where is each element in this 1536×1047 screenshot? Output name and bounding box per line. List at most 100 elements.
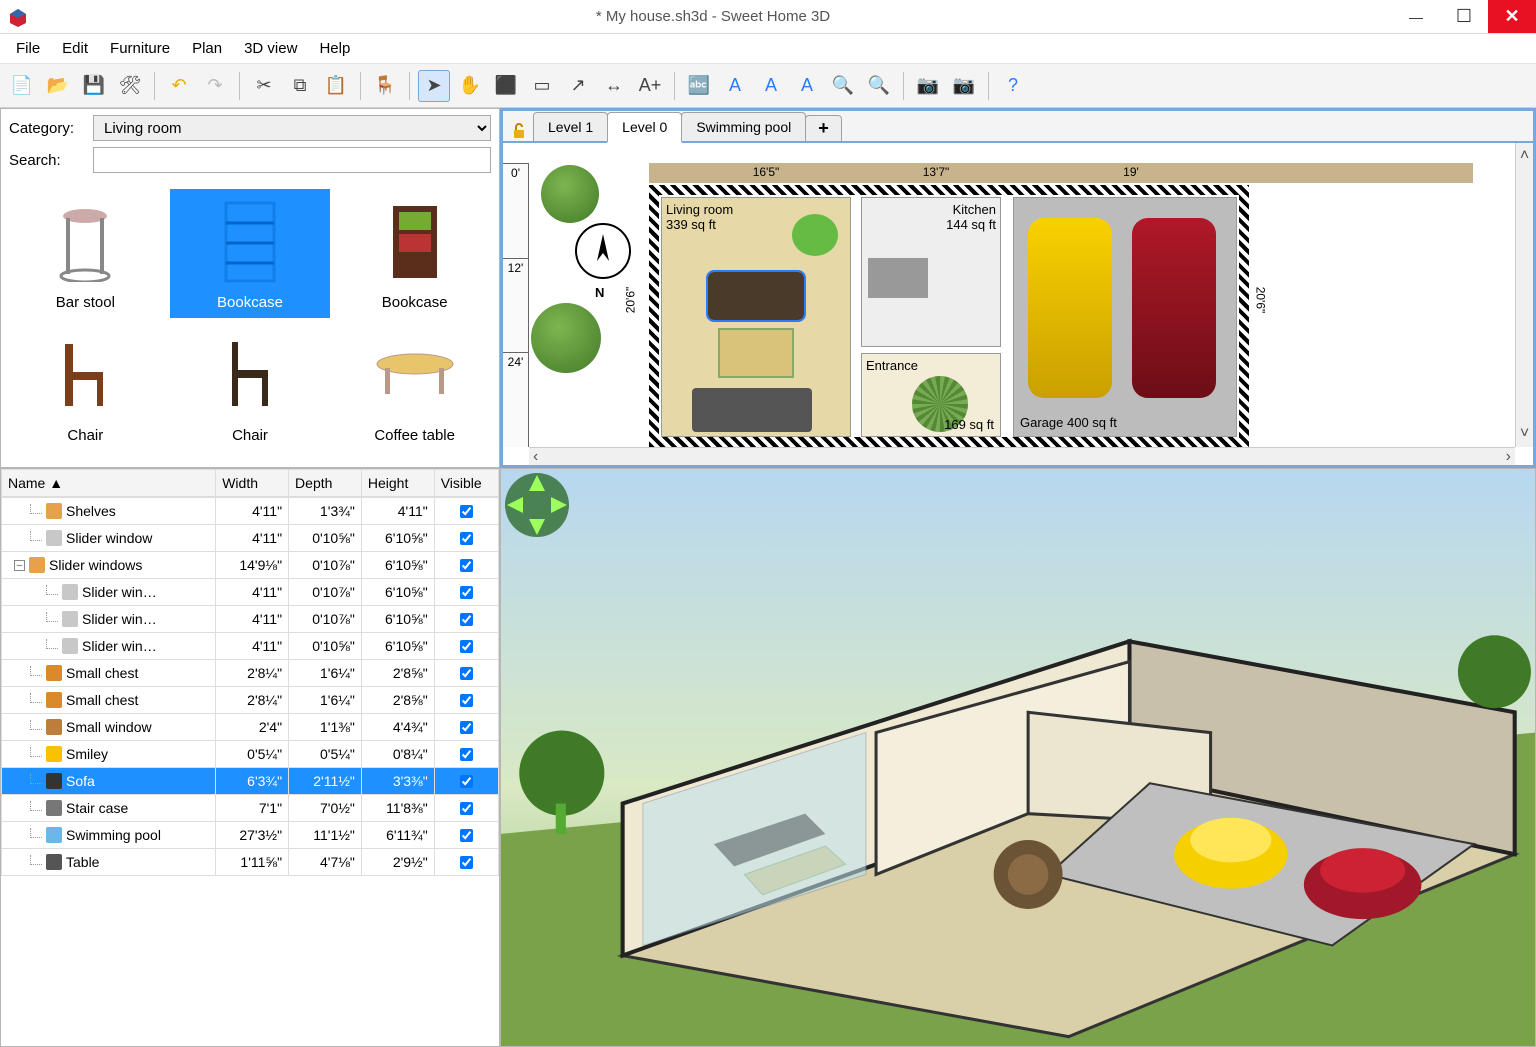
tb-dimension[interactable]: ↔ xyxy=(598,70,630,102)
close-button[interactable]: ✕ xyxy=(1488,0,1536,33)
room-kitchen[interactable]: Kitchen 144 sq ft xyxy=(861,197,1001,347)
minimize-button[interactable]: — xyxy=(1392,0,1440,33)
table-row[interactable]: Swimming pool27'3½"11'1½"6'11¾" xyxy=(2,822,499,849)
tab-level-1[interactable]: Level 1 xyxy=(533,112,608,141)
tab-add[interactable]: + xyxy=(805,115,842,141)
col-height[interactable]: Height xyxy=(361,470,434,497)
catalog-item[interactable]: Coffee table xyxy=(334,322,495,451)
nav-gizmo-icon[interactable] xyxy=(501,469,573,541)
scroll-down-icon[interactable]: ˅ xyxy=(1520,425,1529,443)
furniture-sofa[interactable] xyxy=(708,272,804,320)
furniture-rug[interactable] xyxy=(718,328,794,378)
menu-plan[interactable]: Plan xyxy=(182,36,232,61)
visible-checkbox[interactable] xyxy=(460,559,473,572)
tb-walls[interactable]: ⬛ xyxy=(490,70,522,102)
table-row[interactable]: Small window2'4"1'1⅜"4'4¾" xyxy=(2,714,499,741)
col-width[interactable]: Width xyxy=(216,470,289,497)
catalog-item[interactable]: Chair xyxy=(5,322,166,451)
room-living[interactable]: Living room 339 sq ft xyxy=(661,197,851,437)
plan-vscroll[interactable]: ˄˅ xyxy=(1515,143,1533,447)
room-entrance[interactable]: Entrance 169 sq ft xyxy=(861,353,1001,437)
menu-edit[interactable]: Edit xyxy=(52,36,98,61)
tb-zm-in[interactable]: 🔤 xyxy=(683,70,715,102)
table-row[interactable]: Smiley0'5¼"0'5¼"0'8¼" xyxy=(2,741,499,768)
plan-hscroll[interactable]: ‹› xyxy=(529,447,1515,465)
catalog-item[interactable]: Bar stool xyxy=(5,189,166,318)
tb-zm-ital[interactable]: A xyxy=(791,70,823,102)
visible-checkbox[interactable] xyxy=(460,667,473,680)
tb-new[interactable]: 📄 xyxy=(6,70,38,102)
tb-save[interactable]: 💾 xyxy=(78,70,110,102)
visible-checkbox[interactable] xyxy=(460,613,473,626)
tb-copy[interactable]: ⧉ xyxy=(284,70,316,102)
scroll-right-icon[interactable]: › xyxy=(1506,448,1511,466)
visible-checkbox[interactable] xyxy=(460,532,473,545)
car-red[interactable] xyxy=(1132,218,1216,398)
tb-zm-rot[interactable]: A xyxy=(755,70,787,102)
maximize-button[interactable]: ☐ xyxy=(1440,0,1488,33)
category-select[interactable]: Living room xyxy=(93,115,491,141)
furniture-table[interactable] xyxy=(692,388,812,432)
expand-icon[interactable]: – xyxy=(14,560,25,571)
tb-undo[interactable]: ↶ xyxy=(163,70,195,102)
table-row[interactable]: Small chest2'8¼"1'6¼"2'8⅝" xyxy=(2,687,499,714)
menu-furniture[interactable]: Furniture xyxy=(100,36,180,61)
tb-redo[interactable]: ↷ xyxy=(199,70,231,102)
lock-icon[interactable] xyxy=(509,121,529,141)
table-row[interactable]: Small chest2'8¼"1'6¼"2'8⅝" xyxy=(2,660,499,687)
table-row[interactable]: Slider win…4'11"0'10⅞"6'10⅝" xyxy=(2,579,499,606)
furniture-plant[interactable] xyxy=(792,214,838,256)
tb-camera-v[interactable]: 📷 xyxy=(948,70,980,102)
col-name[interactable]: Name ▲ xyxy=(2,470,216,497)
tb-help[interactable]: ? xyxy=(997,70,1029,102)
furniture-counter[interactable] xyxy=(868,258,928,298)
visible-checkbox[interactable] xyxy=(460,640,473,653)
visible-checkbox[interactable] xyxy=(460,694,473,707)
3d-view-pane[interactable] xyxy=(500,468,1536,1047)
tb-select[interactable]: ➤ xyxy=(418,70,450,102)
visible-checkbox[interactable] xyxy=(460,586,473,599)
tb-open[interactable]: 📂 xyxy=(42,70,74,102)
table-row[interactable]: Slider window4'11"0'10⅝"6'10⅝" xyxy=(2,525,499,552)
tb-camera[interactable]: 📷 xyxy=(912,70,944,102)
table-row[interactable]: –Slider windows14'9⅛"0'10⅞"6'10⅝" xyxy=(2,552,499,579)
col-depth[interactable]: Depth xyxy=(289,470,362,497)
catalog-item[interactable]: Bookcase xyxy=(334,189,495,318)
tb-add-furn[interactable]: 🪑 xyxy=(369,70,401,102)
search-input[interactable] xyxy=(93,147,491,173)
plan-canvas[interactable]: 16'5" 13'7" 19' N Living room 339 sq ft xyxy=(529,143,1515,447)
scroll-up-icon[interactable]: ˄ xyxy=(1520,147,1529,165)
tb-paste[interactable]: 📋 xyxy=(320,70,352,102)
table-row[interactable]: Slider win…4'11"0'10⅝"6'10⅝" xyxy=(2,633,499,660)
tb-zm-minus[interactable]: 🔍 xyxy=(863,70,895,102)
tb-rooms[interactable]: ▭ xyxy=(526,70,558,102)
table-row[interactable]: Slider win…4'11"0'10⅞"6'10⅝" xyxy=(2,606,499,633)
visible-checkbox[interactable] xyxy=(460,721,473,734)
room-garage[interactable]: Garage 400 sq ft xyxy=(1013,197,1237,437)
menu-3dview[interactable]: 3D view xyxy=(234,36,307,61)
visible-checkbox[interactable] xyxy=(460,748,473,761)
tab-level-0[interactable]: Level 0 xyxy=(607,112,682,143)
scroll-left-icon[interactable]: ‹ xyxy=(533,448,538,466)
tab-swimming-pool[interactable]: Swimming pool xyxy=(681,112,806,141)
table-row[interactable]: Table1'11⅝"4'7⅛"2'9½" xyxy=(2,849,499,876)
car-yellow[interactable] xyxy=(1028,218,1112,398)
visible-checkbox[interactable] xyxy=(460,829,473,842)
col-visible[interactable]: Visible xyxy=(434,470,498,497)
table-row[interactable]: Shelves4'11"1'3¾"4'11" xyxy=(2,498,499,525)
menu-help[interactable]: Help xyxy=(309,36,360,61)
table-row[interactable]: Stair case7'1"7'0½"11'8⅜" xyxy=(2,795,499,822)
catalog-item[interactable]: Chair xyxy=(170,322,331,451)
tb-zm-plus[interactable]: 🔍 xyxy=(827,70,859,102)
tb-text[interactable]: A+ xyxy=(634,70,666,102)
visible-checkbox[interactable] xyxy=(460,775,473,788)
catalog-item[interactable]: Bookcase xyxy=(170,189,331,318)
visible-checkbox[interactable] xyxy=(460,856,473,869)
tb-pan[interactable]: ✋ xyxy=(454,70,486,102)
visible-checkbox[interactable] xyxy=(460,802,473,815)
table-row[interactable]: Sofa6'3¾"2'11½"3'3⅜" xyxy=(2,768,499,795)
tb-polyline[interactable]: ↗ xyxy=(562,70,594,102)
menu-file[interactable]: File xyxy=(6,36,50,61)
tb-prefs[interactable]: 🛠 xyxy=(114,70,146,102)
tb-zm-in2[interactable]: A xyxy=(719,70,751,102)
